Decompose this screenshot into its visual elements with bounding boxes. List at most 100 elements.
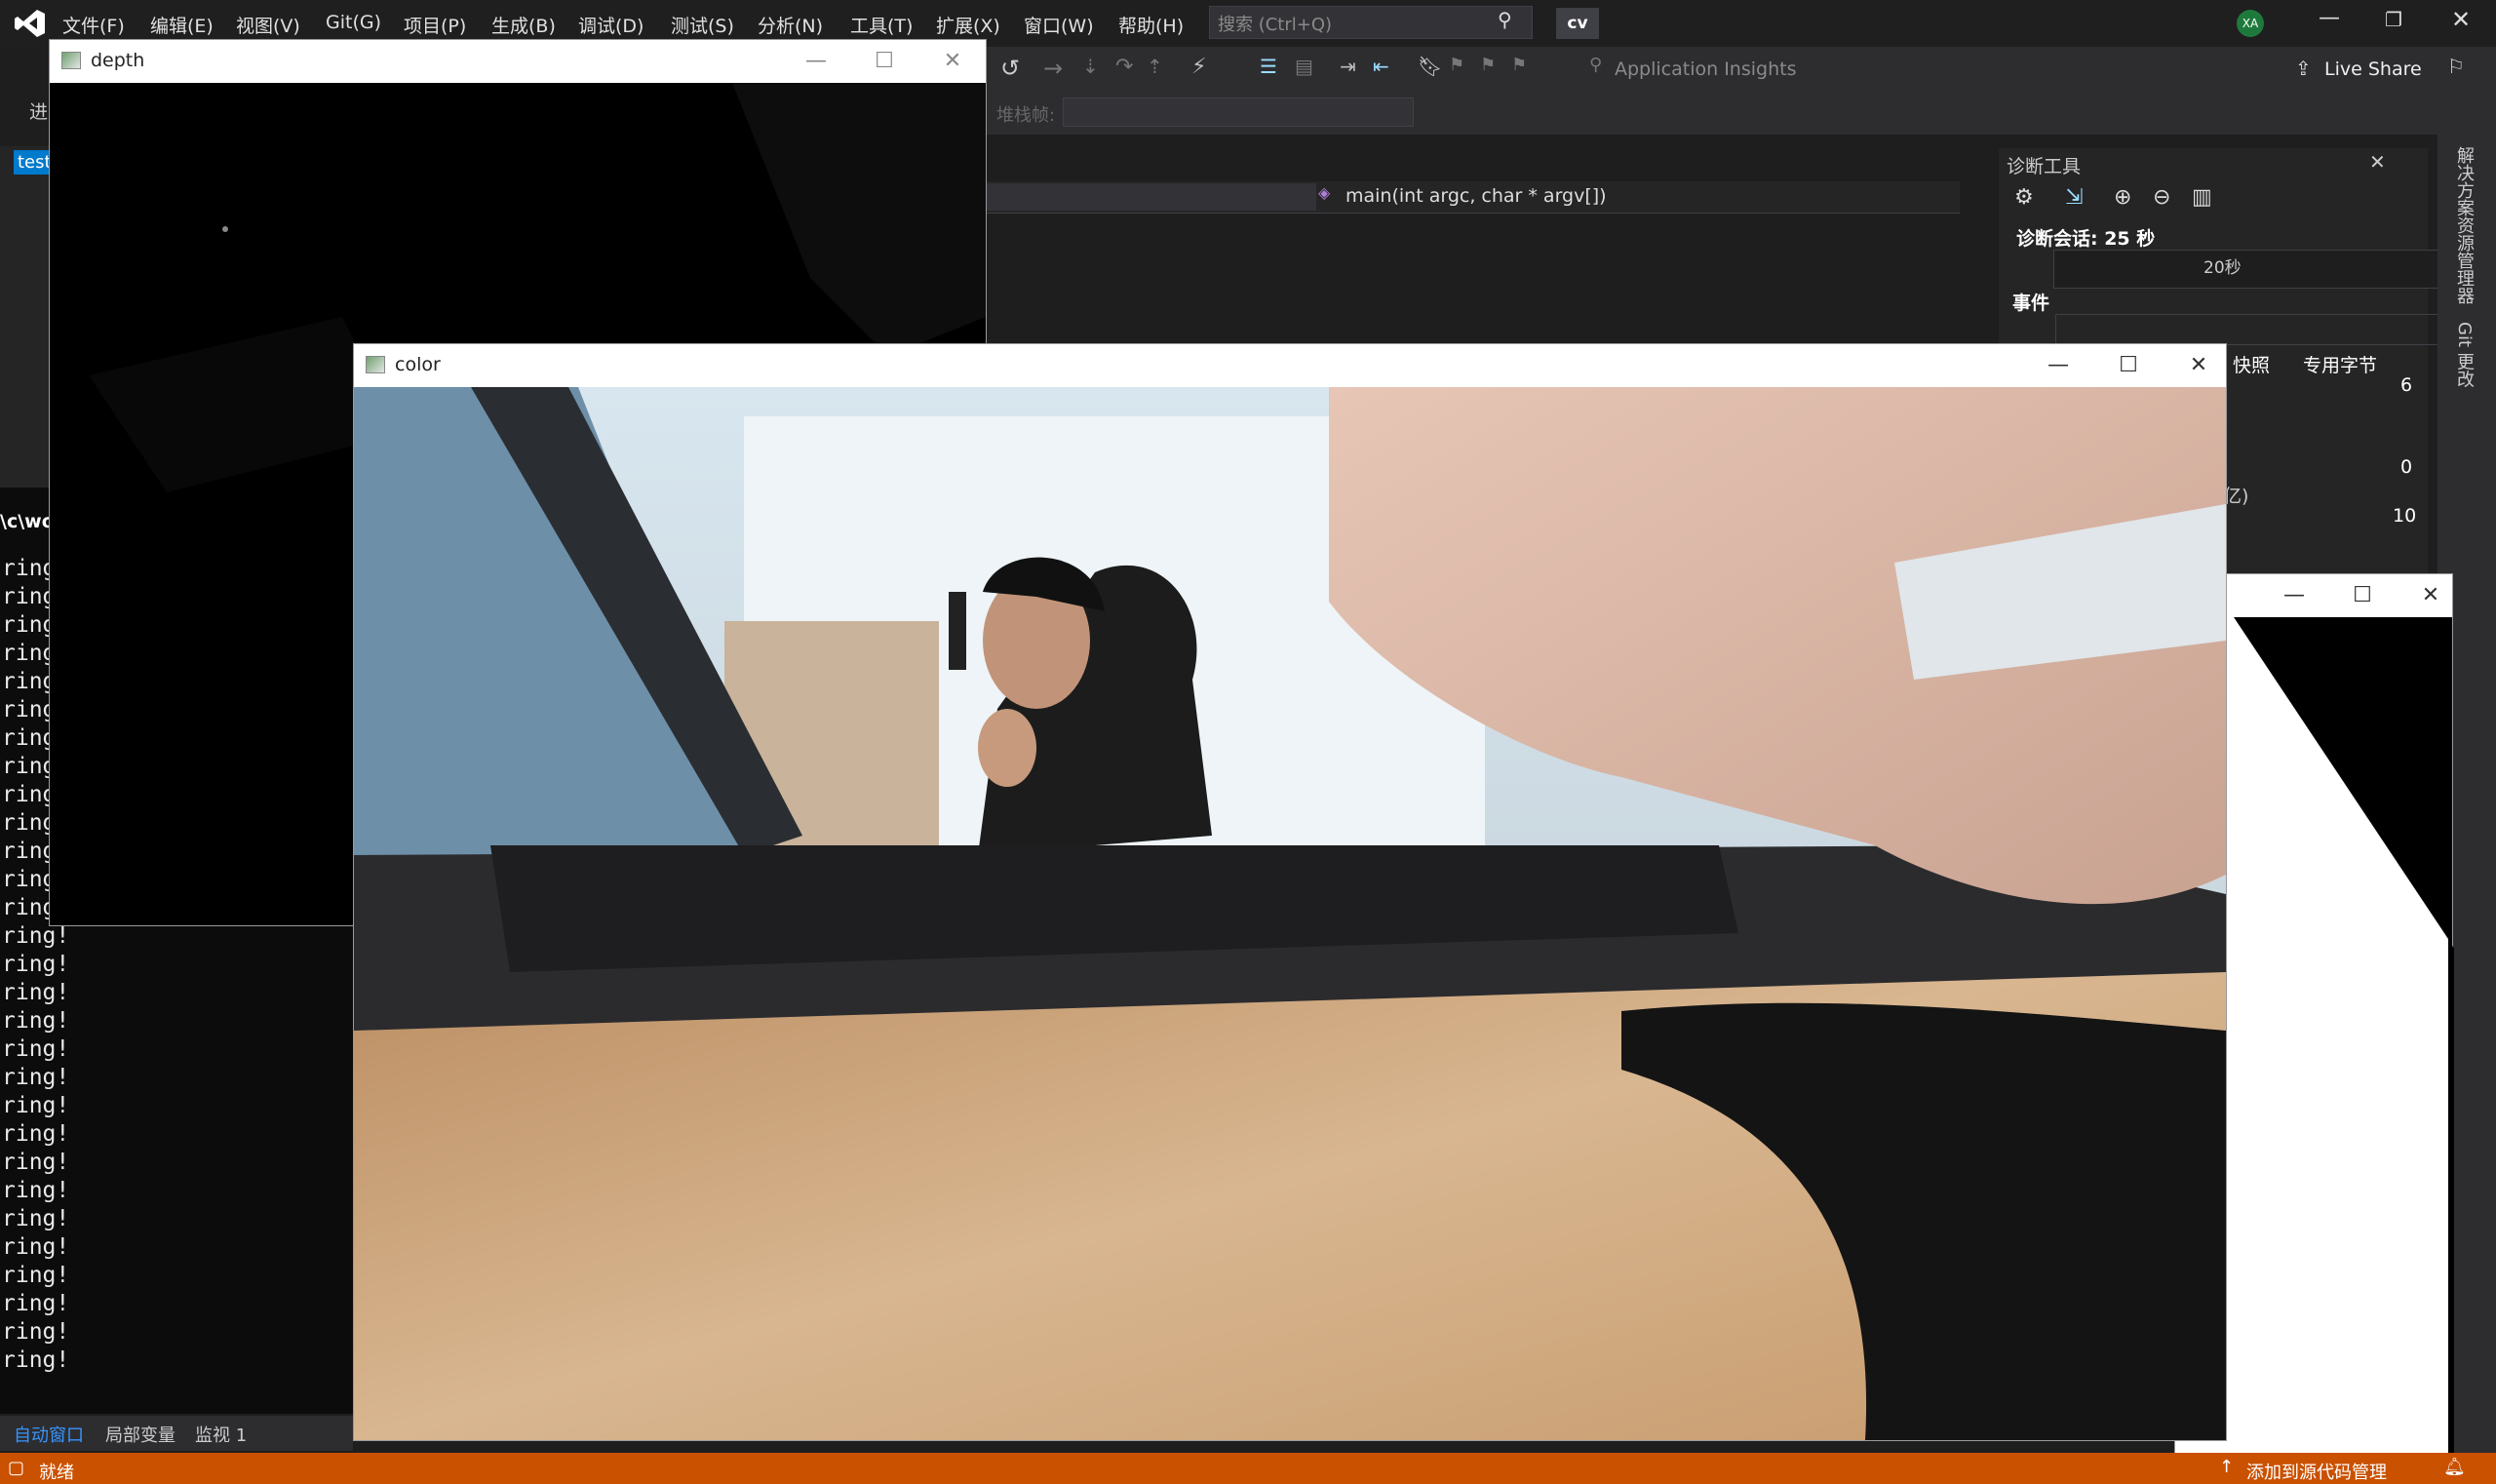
menu-item-1[interactable]: 编辑(E) [150, 12, 214, 38]
stack-frame-label: 堆栈帧: [996, 105, 1056, 126]
zoom-in-icon[interactable]: ⊕ [2114, 185, 2131, 210]
depth-window-titlebar[interactable]: depth — ☐ ✕ [50, 40, 986, 83]
navigation-bar: ◈ main(int argc, char * argv[]) [985, 181, 1960, 214]
console-line: ring! [2, 1234, 70, 1260]
console-line: ring! [2, 1036, 70, 1062]
status-ready-text: 就绪 [39, 1463, 74, 1483]
step-over-icon[interactable]: ↷ [1115, 55, 1133, 79]
visual-studio-logo-icon[interactable] [14, 8, 47, 39]
menu-item-8[interactable]: 分析(N) [758, 12, 823, 38]
undo-icon[interactable]: ↺ [1000, 55, 1020, 82]
close-icon[interactable]: ✕ [2451, 6, 2471, 33]
maximize-icon[interactable]: ☐ [2345, 578, 2380, 613]
prev-bookmark-icon[interactable]: ⚑ [1449, 55, 1464, 75]
indent-icon[interactable]: ⇥ [1340, 55, 1356, 78]
restore-icon[interactable]: ❐ [2385, 8, 2402, 31]
legend-private-bytes: 专用字节 [2303, 355, 2378, 376]
events-header[interactable]: 事件 [2012, 289, 2049, 315]
menu-item-7[interactable]: 测试(S) [671, 12, 734, 38]
export-icon[interactable]: ⇲ [2065, 185, 2083, 210]
share-icon: ⇪ [2295, 57, 2312, 80]
color-window-title: color [395, 354, 441, 375]
menu-item-6[interactable]: 调试(D) [578, 12, 644, 38]
solution-name-badge: cv [1556, 8, 1599, 39]
menu-item-10[interactable]: 扩展(X) [936, 12, 1000, 38]
clear-bookmark-icon[interactable]: ⚑ [1511, 55, 1527, 75]
close-icon[interactable]: ✕ [935, 44, 970, 79]
close-icon[interactable]: ✕ [2413, 578, 2448, 613]
menu-item-0[interactable]: 文件(F) [62, 12, 125, 38]
console-line: ring! [2, 1291, 70, 1316]
solution-explorer-tab[interactable]: 解决方案资源管理器 [2451, 146, 2476, 304]
console-line: ring! [2, 1121, 70, 1147]
menu-item-4[interactable]: 项目(P) [404, 12, 466, 38]
user-avatar[interactable]: XA [2237, 10, 2264, 37]
bookmark-icon[interactable]: 🔖︎ [1418, 55, 1442, 78]
upload-icon: ↑ [2219, 1457, 2235, 1477]
minimize-icon[interactable]: — [799, 44, 834, 79]
stack-icon[interactable]: ▤ [1295, 55, 1313, 78]
left-toolbar-label: 进 [29, 101, 49, 123]
console-line: ring! [2, 1008, 70, 1034]
step-forward-icon[interactable]: → [1043, 55, 1063, 82]
menu-item-11[interactable]: 窗口(W) [1024, 12, 1094, 38]
camera-color-image [354, 387, 2226, 1440]
function-icon: ◈ [1318, 183, 1331, 202]
search-icon[interactable]: ⚲ [1498, 8, 1512, 31]
minimize-icon[interactable]: — [2319, 6, 2340, 30]
tab-watch-1[interactable]: 监视 1 [195, 1422, 247, 1447]
zoom-out-icon[interactable]: ⊖ [2153, 185, 2170, 210]
legend-snapshot: 快照 [2233, 355, 2271, 376]
color-window[interactable]: color — ☐ ✕ [353, 343, 2227, 1441]
console-line: ring! [2, 1319, 70, 1345]
reset-view-icon[interactable]: ▥ [2192, 185, 2212, 210]
tab-autos[interactable]: 自动窗口 [14, 1422, 84, 1447]
git-changes-tab[interactable]: Git 更改 [2451, 322, 2476, 388]
maximize-icon[interactable]: ☐ [867, 44, 902, 79]
function-dropdown[interactable]: main(int argc, char * argv[]) [1346, 185, 1607, 207]
menu-item-3[interactable]: Git(G) [326, 12, 381, 33]
console-line: ring! [2, 1206, 70, 1231]
search-input[interactable]: 搜索 (Ctrl+Q) [1209, 6, 1533, 39]
menu-item-5[interactable]: 生成(B) [491, 12, 556, 38]
step-out-icon[interactable]: ⇡ [1147, 55, 1163, 78]
tab-locals[interactable]: 局部变量 [105, 1422, 176, 1447]
outdent-icon[interactable]: ⇤ [1373, 55, 1389, 78]
settings-icon[interactable]: ⚙ [2014, 185, 2034, 210]
console-line: ring! [2, 923, 70, 949]
menu-item-9[interactable]: 工具(T) [850, 12, 913, 38]
menu-item-12[interactable]: 帮助(H) [1118, 12, 1184, 38]
maximize-icon[interactable]: ☐ [2111, 348, 2146, 383]
feedback-icon[interactable]: ⚐ [2447, 55, 2465, 78]
console-line: ring! [2, 1178, 70, 1203]
minimize-icon[interactable]: — [2277, 578, 2312, 613]
console-line: ring! [2, 1093, 70, 1118]
step-into-icon[interactable]: ⇣ [1082, 55, 1099, 78]
stack-frame-dropdown[interactable] [1063, 98, 1414, 127]
console-line: ring! [2, 1150, 70, 1175]
timeline-ruler[interactable] [2053, 250, 2443, 289]
diag-session-label: 诊断会话: 25 秒 [2016, 228, 2156, 250]
application-insights-button[interactable]: Application Insights [1615, 59, 1796, 80]
live-share-button[interactable]: Live Share [2324, 59, 2422, 80]
app-icon [366, 356, 385, 373]
menu-item-2[interactable]: 视图(V) [236, 12, 300, 38]
close-icon[interactable]: ✕ [2369, 150, 2386, 174]
insights-pin-icon: ⚲ [1589, 55, 1603, 75]
color-window-titlebar[interactable]: color — ☐ ✕ [354, 344, 2226, 387]
main-toolbar: ↺ → ⇣ ↷ ⇡ ⚡ ☰ ▤ ⇥ ⇤ 🔖︎ ⚑ ⚑ ⚑ ⚲ Applicati… [985, 47, 2496, 94]
add-to-source-control-button[interactable]: 添加到源代码管理 [2246, 1459, 2387, 1484]
console-line: ring! [2, 1065, 70, 1090]
diag-panel-title: 诊断工具 [2007, 156, 2082, 177]
app-icon [61, 52, 81, 69]
close-icon[interactable]: ✕ [2181, 348, 2216, 383]
show-threads-icon[interactable]: ☰ [1260, 55, 1277, 78]
minimize-icon[interactable]: — [2041, 348, 2076, 383]
console-line: ring! [2, 1263, 70, 1288]
cpu-axis-top: 10 [2393, 505, 2417, 527]
next-bookmark-icon[interactable]: ⚑ [1480, 55, 1496, 75]
hot-reload-icon[interactable]: ⚡ [1191, 55, 1206, 79]
notifications-icon[interactable]: 🔔︎ [2443, 1457, 2466, 1477]
scope-dropdown[interactable] [985, 183, 1316, 211]
memory-axis-top: 6 [2400, 374, 2413, 396]
